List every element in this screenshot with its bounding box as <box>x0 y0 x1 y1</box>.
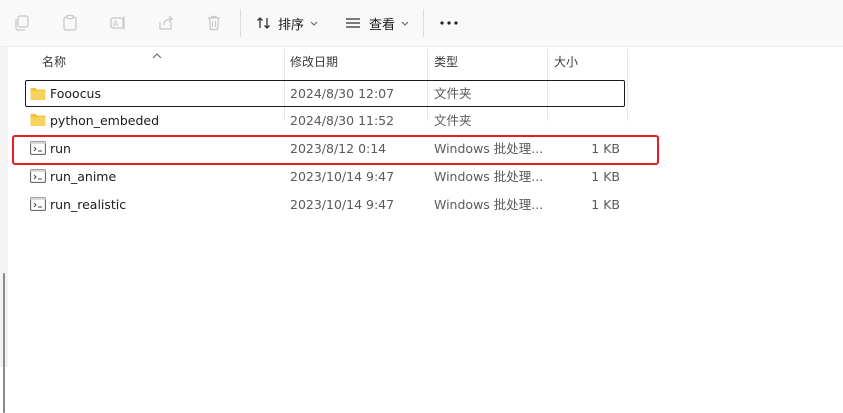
file-type: Windows 批处理... <box>434 197 544 212</box>
column-header-type[interactable]: 类型 <box>434 47 458 77</box>
file-name: Fooocus <box>50 86 101 101</box>
toolbar-divider <box>240 9 241 37</box>
file-size: 1 KB <box>591 169 620 184</box>
command-bar: A 排序 查看 <box>0 0 843 47</box>
file-modified: 2024/8/30 12:07 <box>290 86 395 101</box>
column-header-row: 名称 修改日期 类型 大小 <box>8 47 628 77</box>
file-name: run_anime <box>50 169 117 184</box>
batch-file-icon <box>30 168 46 184</box>
file-row-fooocus[interactable]: Fooocus 2024/8/30 12:07 文件夹 <box>25 80 625 107</box>
view-icon <box>345 15 361 31</box>
file-row-run-realistic[interactable]: run_realistic 2023/10/14 9:47 Windows 批处… <box>26 191 624 218</box>
file-size <box>566 107 620 134</box>
more-options-icon[interactable] <box>437 10 461 36</box>
file-row-run-anime[interactable]: run_anime 2023/10/14 9:47 Windows 批处理...… <box>26 163 624 190</box>
navigation-pane-edge <box>0 47 8 413</box>
folder-icon <box>30 112 46 128</box>
file-size: 1 KB <box>591 197 620 212</box>
batch-file-icon <box>30 196 46 212</box>
sort-label: 排序 <box>278 17 305 33</box>
column-header-size[interactable]: 大小 <box>554 47 578 77</box>
view-button[interactable]: 查看 <box>345 10 409 36</box>
paste-icon[interactable] <box>58 11 82 35</box>
scrollbar-thumb[interactable] <box>3 273 5 413</box>
file-type: Windows 批处理... <box>434 169 544 184</box>
file-modified: 2023/10/14 9:47 <box>290 197 395 212</box>
svg-text:A: A <box>113 20 119 29</box>
file-name: run_realistic <box>50 197 127 212</box>
file-name: python_embeded <box>50 113 160 128</box>
file-size <box>566 81 620 106</box>
column-header-modified[interactable]: 修改日期 <box>290 47 338 77</box>
red-highlight-box <box>12 135 659 165</box>
file-type: 文件夹 <box>434 86 472 101</box>
toolbar-divider <box>423 9 424 37</box>
share-icon[interactable] <box>154 11 178 35</box>
sort-icon <box>256 15 272 31</box>
file-row-python-embeded[interactable]: python_embeded 2024/8/30 11:52 文件夹 <box>26 107 624 134</box>
column-header-name[interactable]: 名称 <box>42 47 66 77</box>
chevron-down-icon <box>401 16 409 31</box>
copy-path-icon[interactable] <box>10 11 34 35</box>
column-divider[interactable] <box>627 49 628 121</box>
chevron-down-icon <box>310 16 318 31</box>
delete-icon[interactable] <box>202 11 226 35</box>
file-modified: 2023/10/14 9:47 <box>290 169 395 184</box>
file-modified: 2024/8/30 11:52 <box>290 113 395 128</box>
sort-button[interactable]: 排序 <box>256 10 318 36</box>
view-label: 查看 <box>369 17 396 33</box>
file-type: 文件夹 <box>434 113 472 128</box>
rename-icon[interactable]: A <box>106 11 130 35</box>
folder-icon <box>30 86 46 102</box>
